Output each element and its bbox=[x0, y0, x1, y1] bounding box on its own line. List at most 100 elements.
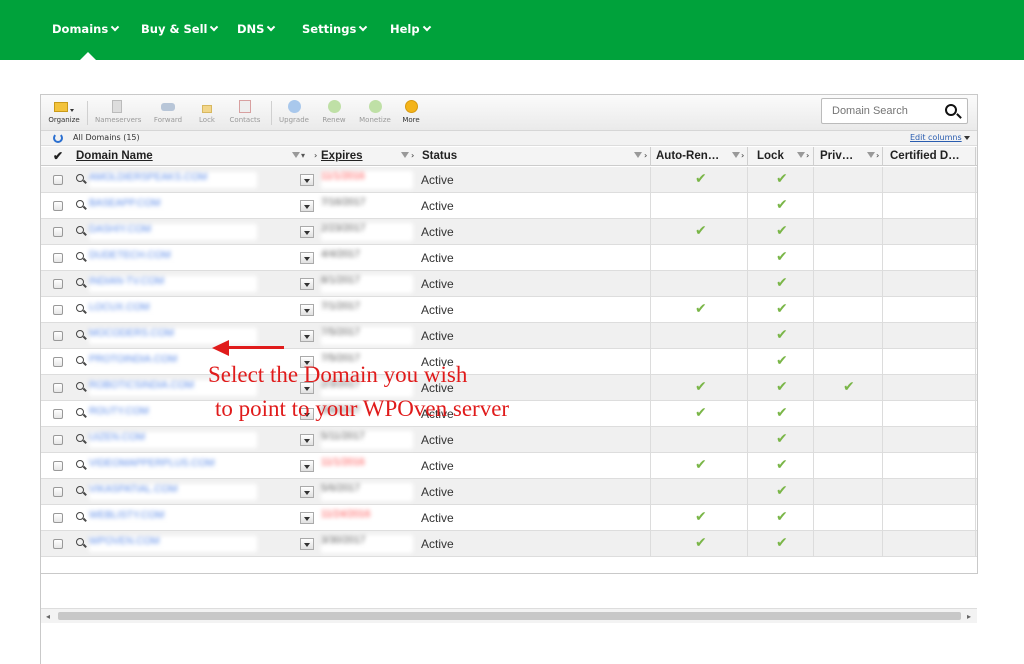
table-row[interactable]: DASHIY.COM 2/23/2017 Active ✔ ✔ bbox=[41, 219, 977, 245]
sort-menu-icon[interactable]: ▾ bbox=[301, 151, 305, 160]
table-row[interactable]: INDIAN-TV.COM 8/1/2017 Active ✔ bbox=[41, 271, 977, 297]
col-auto-renew[interactable]: Auto-Ren… bbox=[656, 150, 719, 162]
magnify-icon[interactable] bbox=[76, 538, 84, 546]
domain-name-link[interactable]: LOCUX.COM bbox=[89, 302, 257, 318]
scroll-left-icon[interactable]: ◂ bbox=[46, 612, 50, 621]
row-checkbox[interactable] bbox=[53, 435, 63, 445]
magnify-icon[interactable] bbox=[76, 174, 84, 182]
magnify-icon[interactable] bbox=[76, 486, 84, 494]
filter-icon[interactable] bbox=[732, 152, 740, 158]
row-actions-dropdown[interactable] bbox=[300, 226, 314, 238]
domain-name-link[interactable]: WEBLISTY.COM bbox=[89, 510, 257, 526]
table-row[interactable]: MOCODERS.COM 7/5/2017 Active ✔ bbox=[41, 323, 977, 349]
row-checkbox[interactable] bbox=[53, 201, 63, 211]
magnify-icon[interactable] bbox=[76, 512, 84, 520]
col-status[interactable]: Status bbox=[422, 150, 457, 162]
row-checkbox[interactable] bbox=[53, 383, 63, 393]
expand-arrow-icon[interactable]: › bbox=[876, 151, 879, 160]
row-actions-dropdown[interactable] bbox=[300, 460, 314, 472]
row-checkbox[interactable] bbox=[53, 461, 63, 471]
filter-icon[interactable] bbox=[867, 152, 875, 158]
domain-search-box[interactable] bbox=[821, 98, 968, 124]
row-checkbox[interactable] bbox=[53, 487, 63, 497]
table-row[interactable]: UIZEN.COM 5/11/2017 Active ✔ bbox=[41, 427, 977, 453]
nav-help[interactable]: Help bbox=[390, 22, 431, 36]
domain-name-link[interactable]: UIZEN.COM bbox=[89, 432, 257, 448]
monetize-button[interactable]: Monetize bbox=[355, 98, 395, 124]
table-row[interactable]: DUDETECH.COM 4/4/2017 Active ✔ bbox=[41, 245, 977, 271]
table-row[interactable]: VIDEOMAPPERPLUS.COM 11/1/2016 Active ✔ ✔ bbox=[41, 453, 977, 479]
expand-arrow-icon[interactable]: › bbox=[314, 151, 317, 160]
chevron-down-icon[interactable] bbox=[964, 136, 970, 140]
magnify-icon[interactable] bbox=[76, 226, 84, 234]
table-row[interactable]: WPOVEN.COM 3/30/2017 Active ✔ ✔ bbox=[41, 531, 977, 557]
domain-name-link[interactable]: MOCODERS.COM bbox=[89, 328, 257, 344]
filter-icon[interactable] bbox=[634, 152, 642, 158]
magnify-icon[interactable] bbox=[76, 356, 84, 364]
row-actions-dropdown[interactable] bbox=[300, 538, 314, 550]
row-actions-dropdown[interactable] bbox=[300, 200, 314, 212]
magnify-icon[interactable] bbox=[76, 408, 84, 416]
expand-arrow-icon[interactable]: › bbox=[741, 151, 744, 160]
magnify-icon[interactable] bbox=[76, 200, 84, 208]
refresh-icon[interactable] bbox=[53, 133, 63, 143]
edit-columns-link[interactable]: Edit columns bbox=[910, 133, 962, 142]
filter-icon[interactable] bbox=[292, 152, 300, 158]
renew-button[interactable]: Renew bbox=[319, 98, 349, 124]
forward-button[interactable]: Forward bbox=[151, 98, 185, 124]
scrollbar-thumb[interactable] bbox=[58, 612, 961, 620]
magnify-icon[interactable] bbox=[76, 278, 84, 286]
row-checkbox[interactable] bbox=[53, 227, 63, 237]
organize-button[interactable]: Organize bbox=[47, 98, 81, 124]
upgrade-button[interactable]: Upgrade bbox=[277, 98, 311, 124]
col-domain-name[interactable]: Domain Name bbox=[76, 150, 153, 162]
row-actions-dropdown[interactable] bbox=[300, 174, 314, 186]
domain-name-link[interactable]: VIKASPATIAL.COM bbox=[89, 484, 257, 500]
domain-name-link[interactable]: DUDETECH.COM bbox=[89, 250, 257, 266]
magnify-icon[interactable] bbox=[76, 460, 84, 468]
row-actions-dropdown[interactable] bbox=[300, 434, 314, 446]
filter-icon[interactable] bbox=[797, 152, 805, 158]
domain-name-link[interactable]: AMOLDIERSPEAKS.COM bbox=[89, 172, 257, 188]
nav-buy-sell[interactable]: Buy & Sell bbox=[141, 22, 219, 36]
col-privacy[interactable]: Priv… bbox=[820, 150, 853, 162]
col-certified[interactable]: Certified D… bbox=[890, 150, 960, 162]
row-actions-dropdown[interactable] bbox=[300, 330, 314, 342]
expand-arrow-icon[interactable]: › bbox=[411, 151, 414, 160]
domain-name-link[interactable]: VIDEOMAPPERPLUS.COM bbox=[89, 458, 257, 474]
expand-arrow-icon[interactable]: › bbox=[644, 151, 647, 160]
magnify-icon[interactable] bbox=[76, 304, 84, 312]
col-expires[interactable]: Expires bbox=[321, 150, 363, 162]
col-lock[interactable]: Lock bbox=[757, 150, 784, 162]
domain-name-link[interactable]: BASEAPP.COM bbox=[89, 198, 257, 214]
domain-search-input[interactable] bbox=[832, 105, 932, 117]
row-actions-dropdown[interactable] bbox=[300, 486, 314, 498]
filter-icon[interactable] bbox=[401, 152, 409, 158]
nav-domains[interactable]: Domains bbox=[52, 22, 120, 36]
magnify-icon[interactable] bbox=[76, 252, 84, 260]
select-all-check-icon[interactable]: ✔ bbox=[53, 149, 63, 163]
nameservers-button[interactable]: Nameservers bbox=[95, 98, 141, 124]
domain-name-link[interactable]: WPOVEN.COM bbox=[89, 536, 257, 552]
row-checkbox[interactable] bbox=[53, 253, 63, 263]
expand-arrow-icon[interactable]: › bbox=[806, 151, 809, 160]
domain-name-link[interactable]: INDIAN-TV.COM bbox=[89, 276, 257, 292]
nav-settings[interactable]: Settings bbox=[302, 22, 368, 36]
table-row[interactable]: WEBLISTY.COM 11/24/2016 Active ✔ ✔ bbox=[41, 505, 977, 531]
row-checkbox[interactable] bbox=[53, 513, 63, 523]
domain-name-link[interactable]: DASHIY.COM bbox=[89, 224, 257, 240]
row-actions-dropdown[interactable] bbox=[300, 304, 314, 316]
table-row[interactable]: PROTOINDIA.COM 7/5/2017 Active ✔ bbox=[41, 349, 977, 375]
contacts-button[interactable]: Contacts bbox=[227, 98, 263, 124]
lock-button[interactable]: Lock bbox=[195, 98, 219, 124]
magnify-icon[interactable] bbox=[76, 330, 84, 338]
table-row[interactable]: VIKASPATIAL.COM 5/6/2017 Active ✔ bbox=[41, 479, 977, 505]
more-button[interactable]: More bbox=[397, 98, 425, 124]
row-actions-dropdown[interactable] bbox=[300, 512, 314, 524]
scroll-right-icon[interactable]: ▸ bbox=[967, 612, 971, 621]
row-checkbox[interactable] bbox=[53, 305, 63, 315]
row-actions-dropdown[interactable] bbox=[300, 278, 314, 290]
magnify-icon[interactable] bbox=[76, 434, 84, 442]
row-checkbox[interactable] bbox=[53, 279, 63, 289]
row-checkbox[interactable] bbox=[53, 539, 63, 549]
